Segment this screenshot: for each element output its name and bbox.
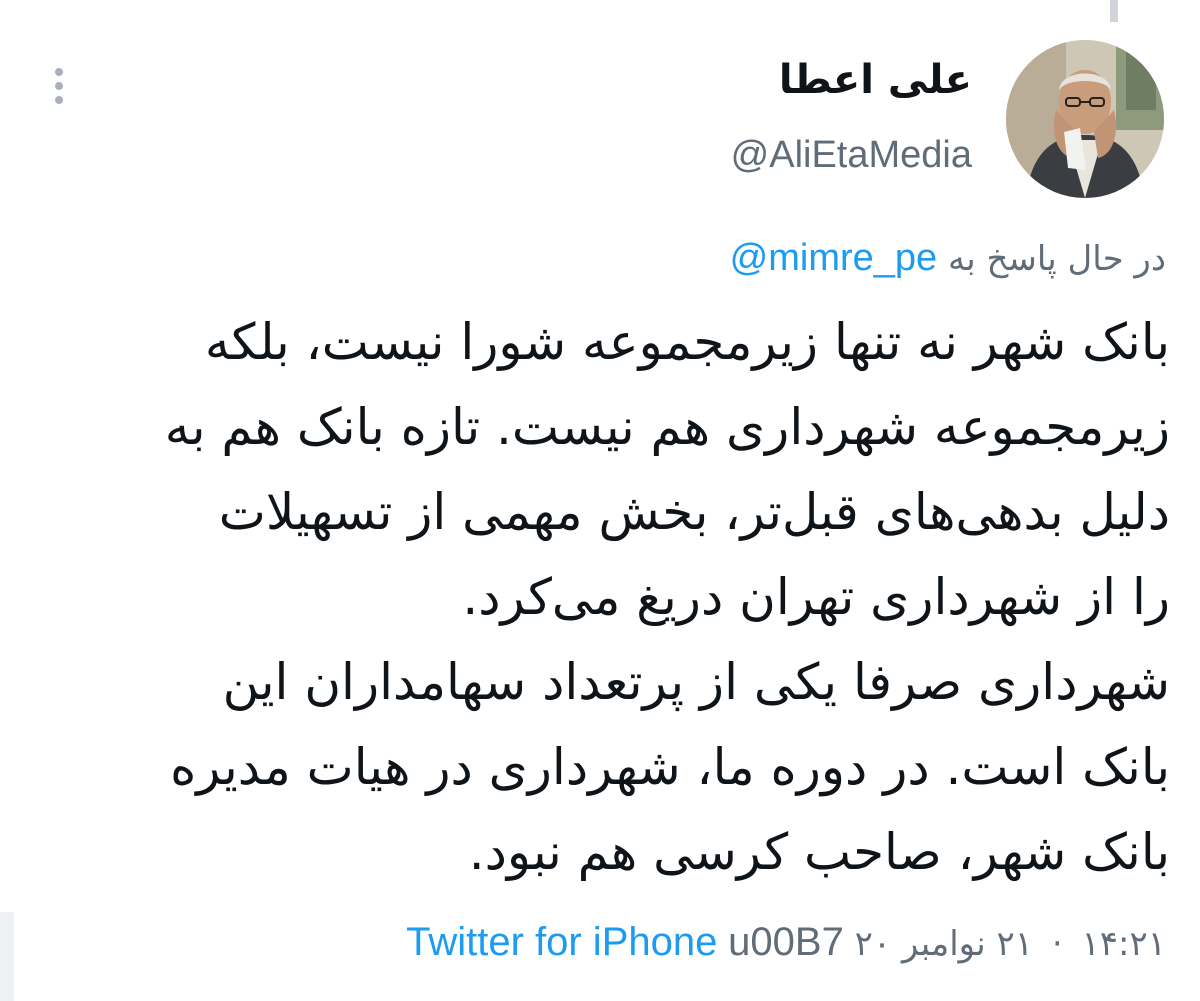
author-display-name[interactable]: علی اعطا bbox=[731, 52, 972, 108]
tweet-text-line: دلیل بدهی‌های قبل‌تر، بخش مهمی از تسهیلا… bbox=[218, 483, 1170, 541]
left-edge-strip bbox=[0, 912, 14, 1001]
avatar[interactable] bbox=[1006, 40, 1164, 198]
tweet-date[interactable]: ۲۱ نوامبر ۲۰ bbox=[855, 924, 1033, 964]
tweet-text-line: بانک است. در دوره ما، شهرداری در هیات مد… bbox=[170, 738, 1170, 796]
tweet-text-line: بانک شهر، صاحب کرسی هم نبود. bbox=[468, 823, 1170, 881]
tweet-text-line: شهرداری صرفا یکی از پرتعداد سهامداران ای… bbox=[222, 653, 1170, 711]
tweet-metadata: ۱۴:۲۱ · ۲۱ نوامبر ۲۰ u00B7 Twitter for i… bbox=[406, 912, 1166, 974]
reply-mention-link[interactable]: @mimre_pe bbox=[730, 237, 938, 279]
replying-to-label: در حال پاسخ به bbox=[947, 239, 1166, 279]
tweet-text: بانک شهر نه تنها زیرمجموعه شورا نیست، بل… bbox=[30, 300, 1170, 895]
more-dot bbox=[55, 96, 63, 104]
tweet-text-line: زیرمجموعه شهرداری هم نیست. تازه بانک هم … bbox=[164, 398, 1170, 456]
more-dot bbox=[55, 82, 63, 90]
author-block: علی اعطا @AliEtaMedia bbox=[731, 52, 972, 180]
profile-photo-icon bbox=[1006, 40, 1164, 198]
replying-to: در حال پاسخ به @mimre_pe bbox=[730, 230, 1166, 287]
more-dot bbox=[55, 68, 63, 76]
tweet-text-line: بانک شهر نه تنها زیرمجموعه شورا نیست، بل… bbox=[204, 313, 1170, 371]
tweet-card: علی اعطا @AliEtaMedia در حال پاسخ به @mi… bbox=[0, 0, 1200, 1001]
source-separator: u00B7 bbox=[728, 920, 844, 964]
more-options-icon[interactable] bbox=[44, 66, 74, 106]
scroll-indicator bbox=[1110, 0, 1118, 22]
tweet-time[interactable]: ۱۴:۲۱ bbox=[1081, 924, 1166, 964]
author-handle[interactable]: @AliEtaMedia bbox=[731, 130, 972, 180]
tweet-source-link[interactable]: Twitter for iPhone bbox=[406, 920, 717, 964]
meta-separator: · bbox=[1051, 924, 1063, 964]
tweet-text-line: را از شهرداری تهران دریغ می‌کرد. bbox=[462, 568, 1170, 626]
